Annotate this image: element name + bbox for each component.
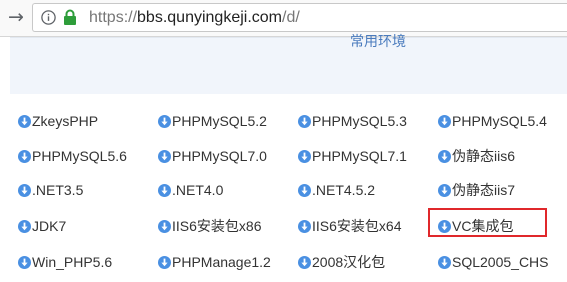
download-icon — [298, 255, 311, 269]
download-item-label: Win_PHP5.6 — [32, 254, 113, 270]
url-text[interactable]: https://bbs.qunyingkeji.com/d/ — [89, 9, 300, 27]
download-item[interactable]: .NET3.5 — [18, 179, 83, 201]
download-icon — [18, 114, 31, 128]
download-item[interactable]: 伪静态iis6 — [438, 145, 515, 167]
download-icon — [158, 149, 171, 163]
download-icon — [438, 114, 451, 128]
download-item-label: .NET3.5 — [32, 182, 84, 198]
download-icon — [158, 183, 171, 197]
download-grid: ZkeysPHP PHPMySQL5.2 PHPMySQL5.3 PHPMySQL5.… — [0, 37, 567, 282]
download-item[interactable]: ZkeysPHP — [18, 110, 98, 132]
download-item[interactable]: PHPManage1.2 — [158, 251, 271, 273]
info-icon[interactable] — [41, 10, 56, 25]
download-item[interactable]: Win_PHP5.6 — [18, 251, 112, 273]
download-item-label: IIS6安装包x86 — [172, 218, 262, 234]
download-item-label: .NET4.0 — [172, 182, 224, 198]
download-item-label: 伪静态iis7 — [452, 182, 516, 198]
download-item[interactable]: JDK7 — [18, 215, 66, 237]
download-item-label: PHPMySQL5.4 — [452, 113, 547, 129]
download-item[interactable]: SQL2005_CHS — [438, 251, 549, 273]
download-icon — [18, 255, 31, 269]
download-item-label: ZkeysPHP — [32, 113, 99, 129]
download-item-label: PHPManage1.2 — [172, 254, 271, 270]
download-item-label: 伪静态iis6 — [452, 148, 516, 164]
download-item[interactable]: PHPMySQL5.4 — [438, 110, 547, 132]
download-item-label: PHPMySQL5.6 — [32, 148, 127, 164]
download-icon — [438, 183, 451, 197]
download-item[interactable]: PHPMySQL7.1 — [298, 145, 407, 167]
download-icon — [18, 183, 31, 197]
highlight-box — [428, 208, 547, 237]
download-item-label: 2008汉化包 — [312, 254, 386, 270]
url-host: bbs.qunyingkeji.com — [137, 9, 282, 26]
download-icon — [158, 114, 171, 128]
address-bar: → https://bbs.qunyingkeji.com/d/ — [0, 0, 567, 37]
page-content: 常用环境 ZkeysPHP PHPMySQL5.2 PHPMySQL5.3 PHPMy… — [0, 33, 567, 282]
download-item-label: SQL2005_CHS — [452, 254, 549, 270]
download-item[interactable]: PHPMySQL7.0 — [158, 145, 267, 167]
back-arrow-icon[interactable]: → — [8, 7, 28, 27]
download-item-label: PHPMySQL7.0 — [172, 148, 267, 164]
download-item[interactable]: IIS6安装包x86 — [158, 215, 261, 237]
download-item[interactable]: .NET4.5.2 — [298, 179, 375, 201]
download-item[interactable]: 2008汉化包 — [298, 251, 385, 273]
download-icon — [158, 219, 171, 233]
download-item[interactable]: IIS6安装包x64 — [298, 215, 401, 237]
url-scheme: https:// — [89, 9, 138, 26]
download-icon — [438, 149, 451, 163]
download-item-label: PHPMySQL7.1 — [312, 148, 407, 164]
download-item[interactable]: PHPMySQL5.2 — [158, 110, 267, 132]
download-icon — [18, 219, 31, 233]
download-item-label: .NET4.5.2 — [312, 182, 376, 198]
download-item[interactable]: .NET4.0 — [158, 179, 223, 201]
download-icon — [438, 255, 451, 269]
download-item[interactable]: PHPMySQL5.3 — [298, 110, 407, 132]
download-icon — [298, 219, 311, 233]
url-field[interactable]: https://bbs.qunyingkeji.com/d/ — [32, 3, 567, 32]
download-item[interactable]: 伪静态iis7 — [438, 179, 515, 201]
download-item[interactable]: PHPMySQL5.6 — [18, 145, 127, 167]
url-path: /d/ — [282, 9, 300, 26]
download-item-label: PHPMySQL5.3 — [312, 113, 407, 129]
download-icon — [298, 149, 311, 163]
lock-icon[interactable] — [63, 9, 77, 26]
download-icon — [298, 114, 311, 128]
download-icon — [158, 255, 171, 269]
download-item-label: IIS6安装包x64 — [312, 218, 402, 234]
download-item-label: JDK7 — [32, 218, 67, 234]
download-icon — [298, 183, 311, 197]
download-icon — [18, 149, 31, 163]
download-item-label: PHPMySQL5.2 — [172, 113, 267, 129]
